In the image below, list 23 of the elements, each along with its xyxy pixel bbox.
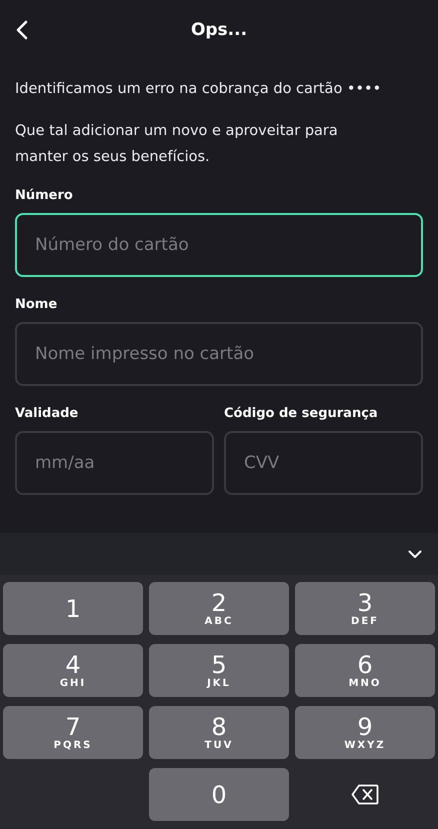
backspace-icon[interactable]: [351, 784, 379, 805]
message-text: Que tal adicionar um novo e aproveitar para manter os seus benefícios.: [15, 122, 339, 167]
field-label: Validade: [15, 406, 80, 421]
input-field[interactable]: Nome impresso no cartão: [15, 322, 423, 386]
chevron-down-icon[interactable]: [408, 550, 422, 558]
keypad-key[interactable]: 9 WXYZ: [295, 706, 435, 759]
input-field[interactable]: CVV: [224, 431, 423, 495]
keypad-key[interactable]: 8 TUV: [149, 706, 289, 759]
keypad-key[interactable]: 3 DEF: [295, 582, 435, 635]
message-text: Identificamos um erro na cobrança do cartão ••••: [15, 80, 382, 99]
field-label: Número: [15, 188, 74, 203]
field-label: Nome: [15, 297, 58, 312]
keypad-key[interactable]: 0: [149, 768, 289, 821]
field-label: Código de segurança: [224, 406, 379, 421]
keypad-key[interactable]: 4 GHI: [3, 644, 143, 697]
keypad-key[interactable]: 2 ABC: [149, 582, 289, 635]
keypad-key[interactable]: 1: [3, 582, 143, 635]
back-icon[interactable]: [16, 20, 28, 40]
keypad-key[interactable]: 6 MNO: [295, 644, 435, 697]
keypad-key[interactable]: 5 JKL: [149, 644, 289, 697]
keypad-key[interactable]: 7 PQRS: [3, 706, 143, 759]
screen-title: Ops...: [190, 20, 248, 40]
input-field[interactable]: mm/aa: [15, 431, 214, 495]
